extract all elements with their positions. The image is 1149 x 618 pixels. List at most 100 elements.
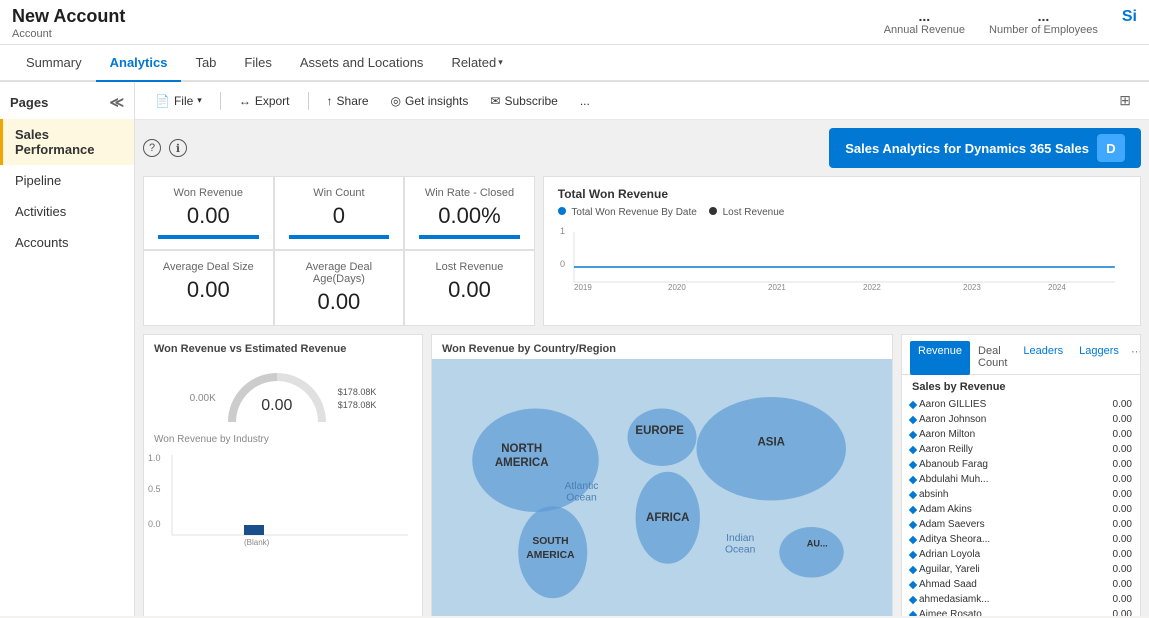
field-annual-revenue[interactable]: ... Annual Revenue [884,8,965,36]
info-icon-2[interactable]: ℹ [169,139,187,157]
page-subtitle: Account [12,28,125,40]
row-diamond-icon [909,520,917,528]
sales-table-row: Adrian Loyola 0.00 [902,547,1140,562]
sales-row-name: Adrian Loyola [910,549,1104,560]
svg-text:ASIA: ASIA [758,436,785,448]
row-diamond-icon [909,460,917,468]
sales-table-row: Abdulahi Muh... 0.00 [902,472,1140,487]
kpi-lost-revenue: Lost Revenue 0.00 [404,250,535,326]
svg-text:0.0: 0.0 [148,519,161,529]
nav-tabs: Summary Analytics Tab Files Assets and L… [0,45,1149,82]
industry-label: Won Revenue by Industry [144,432,422,447]
svg-text:2023: 2023 [963,283,981,292]
sales-table-row: Aimee Rosato 0.00 [902,607,1140,616]
header-fields: ... Annual Revenue ... Number of Employe… [884,8,1137,36]
file-icon: 📄 [155,94,170,108]
content-area: 📄 File ▾ ↔ Export ↑ Share ◎ Get insights… [135,82,1149,616]
sidebar-header: Pages ≪ [0,90,134,119]
sales-table-row: Adam Akins 0.00 [902,502,1140,517]
row-diamond-icon [909,595,917,603]
row-diamond-icon [909,550,917,558]
report-area: ? ℹ Sales Analytics for Dynamics 365 Sal… [135,120,1149,616]
sales-row-name: absinh [910,489,1104,500]
sidebar-item-accounts[interactable]: Accounts [0,227,134,258]
sales-tab-revenue[interactable]: Revenue [910,341,970,375]
sales-tab-deal-count[interactable]: Deal Count [970,341,1015,375]
gauge-right-labels: $178.08K $178.08K [338,386,377,411]
tab-related[interactable]: Related ▾ [437,45,516,82]
sales-table-card: Revenue Deal Count Leaders Laggers ⋯ Sal… [901,334,1141,616]
tab-summary[interactable]: Summary [12,45,96,82]
insights-button[interactable]: ◎ Get insights [383,90,477,112]
subscribe-button[interactable]: ✉ Subscribe [482,90,565,112]
sidebar-item-activities[interactable]: Activities [0,196,134,227]
kpi-avg-deal-size: Average Deal Size 0.00 [143,250,274,326]
sidebar-collapse-button[interactable]: ≪ [109,94,124,111]
field-employees[interactable]: ... Number of Employees [989,8,1098,36]
sales-row-value: 0.00 [1104,429,1132,440]
industry-chart-svg: 1.0 0.5 0.0 (Blank) [144,447,422,547]
share-icon: ↑ [327,94,333,108]
share-button[interactable]: ↑ Share [319,90,377,112]
legend-won-dot [558,207,566,215]
sales-row-name: Aguilar, Yareli [910,564,1104,575]
more-button[interactable]: ... [572,90,598,112]
export-button[interactable]: ↔ Export [231,90,298,112]
kpi-win-rate: Win Rate - Closed 0.00% [404,176,535,250]
page-title: New Account [12,6,125,27]
sales-tab-leaders[interactable]: Leaders [1015,341,1071,374]
row-diamond-icon [909,445,917,453]
sales-table-row: Aguilar, Yareli 0.00 [902,562,1140,577]
related-chevron-icon: ▾ [498,57,503,68]
kpi-row-2: Average Deal Size 0.00 Average Deal Age(… [143,250,535,326]
tab-analytics[interactable]: Analytics [96,45,182,82]
toolbar-separator [220,92,221,110]
info-icon-1[interactable]: ? [143,139,161,157]
row-diamond-icon [909,610,917,616]
sales-row-value: 0.00 [1104,489,1132,500]
sales-row-name: Ahmad Saad [910,579,1104,590]
kpi-won-revenue: Won Revenue 0.00 [143,176,274,250]
expand-button[interactable]: ⊞ [1113,88,1137,113]
sales-row-name: Aaron GILLIES [910,399,1104,410]
svg-text:0: 0 [560,259,565,269]
sales-row-value: 0.00 [1104,444,1132,455]
toolbar: 📄 File ▾ ↔ Export ↑ Share ◎ Get insights… [135,82,1149,120]
world-map-svg: Atlantic Ocean Indian Ocean NORTH AMERIC… [432,359,892,616]
insights-icon: ◎ [391,94,401,108]
table-more-button[interactable]: ⋯ [1127,341,1141,374]
top-section: Won Revenue 0.00 Win Count 0 Win Rate - … [143,176,1141,326]
svg-text:0.5: 0.5 [148,484,161,494]
row-diamond-icon [909,400,917,408]
map-area: Atlantic Ocean Indian Ocean NORTH AMERIC… [432,359,892,616]
file-button[interactable]: 📄 File ▾ [147,90,210,112]
row-diamond-icon [909,430,917,438]
svg-text:AU...: AU... [807,539,828,549]
kpi-win-count: Win Count 0 [274,176,405,250]
sales-row-name: Aimee Rosato [910,609,1104,616]
sales-row-value: 0.00 [1104,399,1132,410]
tab-files[interactable]: Files [230,45,285,82]
sales-row-name: Abanoub Farag [910,459,1104,470]
svg-text:EUROPE: EUROPE [635,425,684,437]
sales-row-value: 0.00 [1104,549,1132,560]
sales-row-name: Aditya Sheora... [910,534,1104,545]
sales-table-row: Aaron GILLIES 0.00 [902,397,1140,412]
kpi-group: Won Revenue 0.00 Win Count 0 Win Rate - … [143,176,535,326]
sales-table-row: Aditya Sheora... 0.00 [902,532,1140,547]
tab-tab[interactable]: Tab [181,45,230,82]
legend-lost-dot [709,207,717,215]
won-vs-estimated-card: Won Revenue vs Estimated Revenue 0.00K 0… [143,334,423,616]
sidebar-item-sales-performance[interactable]: Sales Performance [0,119,134,165]
svg-text:NORTH: NORTH [501,443,542,455]
svg-text:2024: 2024 [1048,283,1066,292]
sales-row-value: 0.00 [1104,534,1132,545]
tab-assets[interactable]: Assets and Locations [286,45,438,82]
field-other[interactable]: Si [1122,8,1137,26]
svg-text:Ocean: Ocean [725,544,756,555]
sidebar-item-pipeline[interactable]: Pipeline [0,165,134,196]
sales-row-name: Aaron Reilly [910,444,1104,455]
sales-tab-laggers[interactable]: Laggers [1071,341,1127,374]
top-header: New Account Account ... Annual Revenue .… [0,0,1149,45]
sales-table-subtitle: Sales by Revenue [902,375,1140,397]
